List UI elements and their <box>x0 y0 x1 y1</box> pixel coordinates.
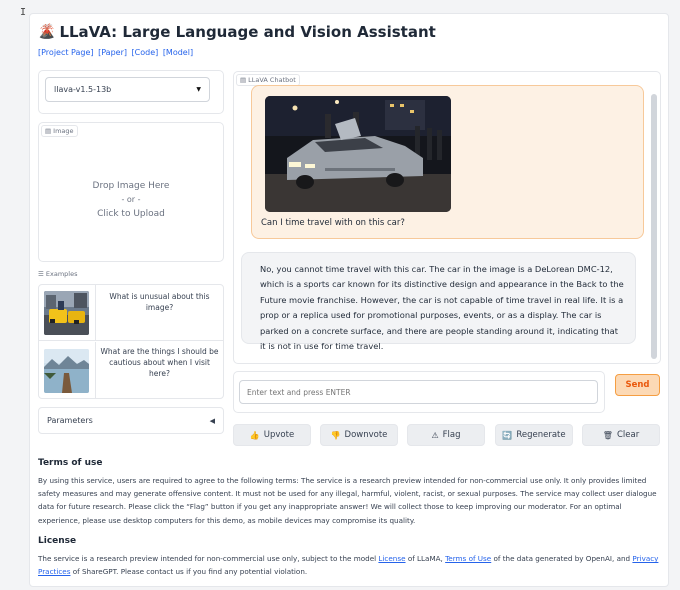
license-text: The service is a research preview intend… <box>38 554 659 577</box>
parameters-label: Parameters <box>47 416 93 425</box>
regenerate-label: Regenerate <box>516 430 566 440</box>
user-message-bubble: Can I time travel with on this car? <box>251 85 644 239</box>
upvote-label: Upvote <box>263 430 295 440</box>
example-text: What are the things I should be cautious… <box>100 347 219 378</box>
example-text: What is unusual about this image? <box>109 292 210 312</box>
or-text: - or - <box>121 195 141 204</box>
refresh-icon: 🔄 <box>502 430 513 440</box>
bot-message-bubble: No, you cannot time travel with this car… <box>241 252 636 351</box>
user-message-text: Can I time travel with on this car? <box>261 218 405 228</box>
example-taxi-thumbnail <box>44 291 89 335</box>
clear-button[interactable]: 🗑 Clear <box>582 424 660 446</box>
delorean-car-image <box>265 96 451 212</box>
example-lake-thumbnail <box>44 349 89 393</box>
click-to-upload-text: Click to Upload <box>97 209 165 219</box>
flag-button[interactable]: ⚠ Flag <box>407 424 485 446</box>
downvote-button[interactable]: 👎 Downvote <box>320 424 398 446</box>
bot-message-text: No, you cannot time travel with this car… <box>260 264 624 352</box>
upvote-button[interactable]: 👍 Upvote <box>233 424 311 446</box>
downvote-label: Downvote <box>344 430 388 440</box>
thumbs-up-icon: 👍 <box>249 430 260 440</box>
model-dropdown[interactable]: llava-v1.5-13b ▼ <box>45 77 210 102</box>
chat-scrollbar[interactable] <box>651 94 657 359</box>
image-icon: ▤ <box>45 127 52 135</box>
terms-heading: Terms of use <box>38 458 103 468</box>
terms-of-use-link[interactable]: Terms of Use <box>445 554 491 563</box>
collapse-caret-icon: ◀ <box>209 416 215 425</box>
terms-text: By using this service, users are require… <box>38 476 657 525</box>
license-heading: License <box>38 536 77 546</box>
image-block-label: ▤ Image <box>41 125 78 137</box>
project-page-link[interactable]: [Project Page] <box>38 48 94 57</box>
text-cursor-icon: I <box>20 7 27 18</box>
message-input[interactable] <box>239 380 598 404</box>
app-container: 🌋 LLaVA: Large Language and Vision Assis… <box>29 13 669 587</box>
examples-table: What is unusual about this image? What a… <box>38 284 224 399</box>
list-icon: ☰ <box>38 270 44 278</box>
model-selector-panel: llava-v1.5-13b ▼ <box>38 70 224 114</box>
example-row[interactable]: What are the things I should be cautious… <box>39 342 223 398</box>
example-row[interactable]: What is unusual about this image? <box>39 285 223 341</box>
chatbot-panel: ▤ LLaVA Chatbot Can I time travel with o… <box>233 71 661 364</box>
volcano-logo-icon: 🌋 <box>38 24 56 40</box>
page-title: 🌋 LLaVA: Large Language and Vision Assis… <box>38 23 436 41</box>
parameters-accordion[interactable]: Parameters ◀ <box>38 407 224 434</box>
thumbs-down-icon: 👎 <box>330 430 341 440</box>
clear-label: Clear <box>616 430 640 440</box>
send-button[interactable]: Send <box>615 374 660 396</box>
message-input-panel <box>233 371 605 413</box>
image-upload-panel[interactable]: ▤ Image Drop Image Here - or - Click to … <box>38 122 224 262</box>
drop-image-text: Drop Image Here <box>92 181 170 191</box>
trash-icon: 🗑 <box>602 430 613 440</box>
model-link[interactable]: [Model] <box>163 48 193 57</box>
page-title-text: LLaVA: Large Language and Vision Assista… <box>59 23 436 41</box>
warning-icon: ⚠ <box>431 430 439 440</box>
paper-link[interactable]: [Paper] <box>98 48 127 57</box>
header-links: [Project Page] [Paper] [Code] [Model] <box>38 48 195 57</box>
examples-label: ☰ Examples <box>38 270 78 278</box>
dropdown-caret-icon: ▼ <box>196 86 201 93</box>
model-dropdown-value: llava-v1.5-13b <box>54 85 112 94</box>
regenerate-button[interactable]: 🔄 Regenerate <box>495 424 573 446</box>
license-link[interactable]: License <box>378 554 405 563</box>
flag-label: Flag <box>442 430 461 440</box>
upload-dropzone[interactable]: Drop Image Here - or - Click to Upload <box>39 179 223 221</box>
code-link[interactable]: [Code] <box>132 48 159 57</box>
chat-icon: ▤ <box>240 76 247 84</box>
